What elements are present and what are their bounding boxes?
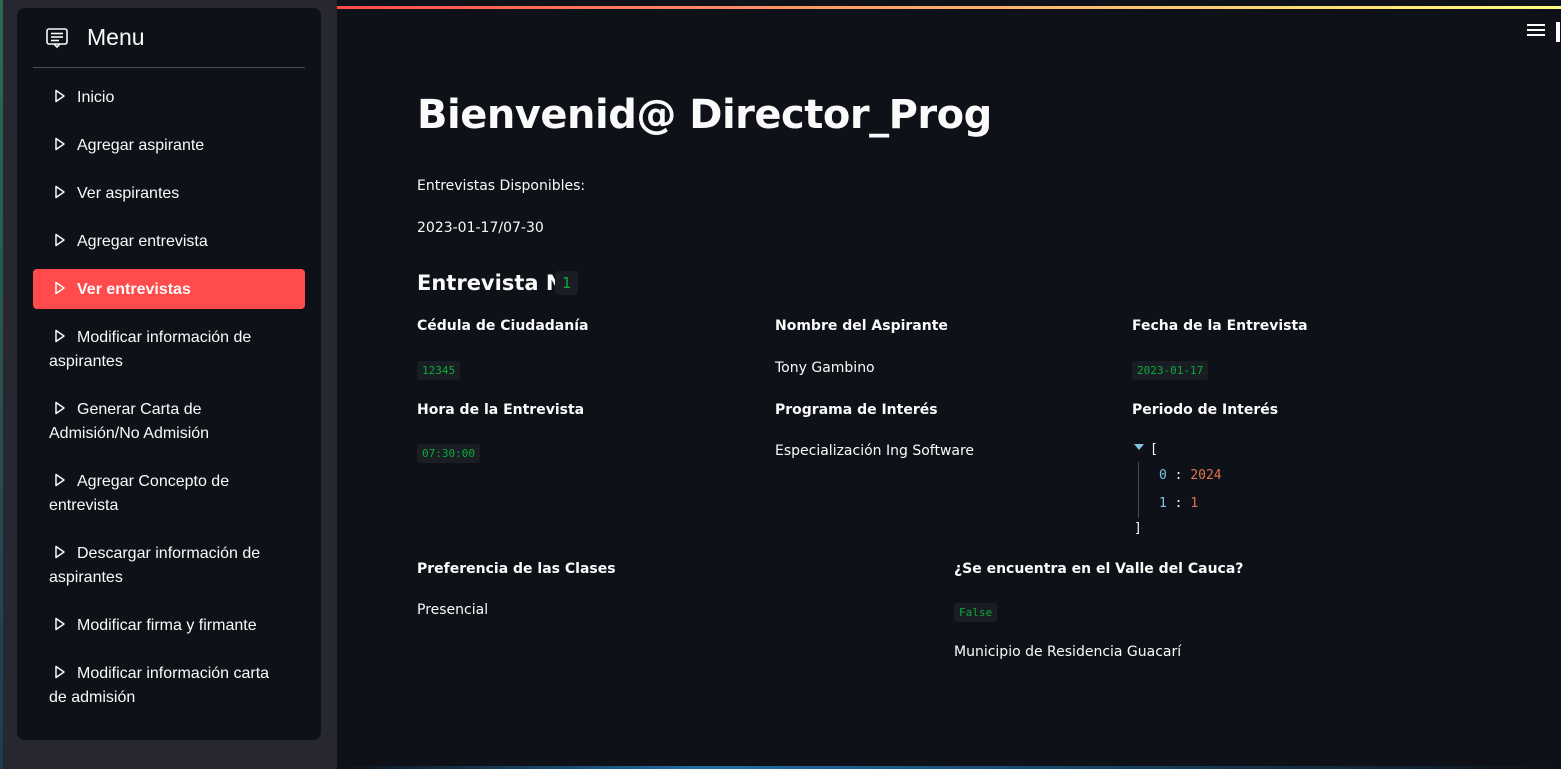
sidebar-item-agregar-concepto[interactable]: Agregar Concepto de entrevista: [33, 461, 305, 525]
caret-right-icon: [55, 473, 65, 487]
sidebar-item-label: Agregar entrevista: [77, 233, 208, 250]
menu-header: Menu: [33, 8, 305, 68]
municipio-text: Municipio de Residencia Guacarí: [954, 644, 1182, 660]
caret-right-icon: [55, 137, 65, 151]
menu-list-icon: [46, 27, 68, 48]
sidebar-item-label: Ver aspirantes: [77, 185, 180, 202]
json-entry-0: 0 : 2024: [1159, 468, 1222, 483]
sidebar: Menu Inicio Agregar aspirante Ver aspira…: [0, 0, 337, 769]
hamburger-icon[interactable]: [1527, 24, 1545, 40]
sidebar-item-label: Descargar información de aspirantes: [49, 545, 261, 586]
valle-value: False: [954, 603, 998, 622]
hora-value: 07:30:00: [417, 444, 480, 463]
menu-title: Menu: [87, 24, 145, 50]
sidebar-item-descargar-informacion[interactable]: Descargar información de aspirantes: [33, 533, 305, 597]
sidebar-item-agregar-aspirante[interactable]: Agregar aspirante: [33, 125, 305, 165]
sidebar-item-modificar-informacion[interactable]: Modificar información de aspirantes: [33, 317, 305, 381]
json-guide-line: [1138, 462, 1139, 518]
page-title: Bienvenid@ Director_Prog: [417, 92, 992, 138]
sidebar-item-label: Inicio: [77, 89, 115, 106]
preferencia-value: Presencial: [417, 602, 489, 618]
programa-value: Especialización Ing Software: [775, 443, 975, 459]
json-open-bracket: [: [1150, 442, 1158, 457]
sidebar-nav: Inicio Agregar aspirante Ver aspirantes …: [33, 77, 305, 725]
sidebar-item-label: Agregar Concepto de entrevista: [49, 473, 230, 514]
sidebar-edge: [0, 0, 3, 769]
interview-number: 1: [555, 271, 579, 295]
available-value: 2023-01-17/07-30: [417, 220, 544, 236]
sidebar-item-inicio[interactable]: Inicio: [33, 77, 305, 117]
option-menu: Menu Inicio Agregar aspirante Ver aspira…: [17, 8, 321, 740]
sidebar-item-label: Ver entrevistas: [77, 281, 191, 298]
caret-right-icon: [55, 233, 65, 247]
caret-right-icon: [55, 401, 65, 415]
sidebar-item-generar-carta[interactable]: Generar Carta de Admisión/No Admisión: [33, 389, 305, 453]
periodo-value-0: 2024: [1190, 468, 1222, 483]
nombre-label: Nombre del Aspirante: [775, 318, 948, 334]
collapse-toggle-icon[interactable]: [1134, 444, 1144, 450]
caret-right-icon: [55, 185, 65, 199]
nombre-value: Tony Gambino: [775, 360, 875, 376]
sidebar-item-label: Modificar firma y firmante: [77, 617, 257, 634]
cedula-value: 12345: [417, 361, 461, 380]
periodo-label: Periodo de Interés: [1132, 402, 1279, 418]
hora-label: Hora de la Entrevista: [417, 402, 585, 418]
preferencia-label: Preferencia de las Clases: [417, 561, 616, 577]
sidebar-item-label: Agregar aspirante: [77, 137, 205, 154]
scrollbar[interactable]: [1556, 22, 1560, 42]
json-close-bracket: ]: [1134, 521, 1142, 536]
sidebar-item-ver-entrevistas[interactable]: Ver entrevistas: [33, 269, 305, 309]
interview-heading: Entrevista N°: [417, 271, 574, 295]
fecha-value: 2023-01-17: [1132, 361, 1209, 380]
caret-right-icon: [55, 329, 65, 343]
valle-label: ¿Se encuentra en el Valle del Cauca?: [954, 561, 1244, 577]
sidebar-item-modificar-firma[interactable]: Modificar firma y firmante: [33, 605, 305, 645]
available-label: Entrevistas Disponibles:: [417, 178, 586, 194]
header-decoration: [337, 6, 1561, 9]
sidebar-item-label: Modificar información carta de admisión: [49, 665, 270, 706]
caret-right-icon: [55, 617, 65, 631]
programa-label: Programa de Interés: [775, 402, 938, 418]
sidebar-item-modificar-carta[interactable]: Modificar información carta de admisión: [33, 653, 305, 717]
sidebar-item-ver-aspirantes[interactable]: Ver aspirantes: [33, 173, 305, 213]
json-entry-1: 1 : 1: [1159, 496, 1199, 511]
sidebar-item-agregar-entrevista[interactable]: Agregar entrevista: [33, 221, 305, 261]
caret-right-icon: [55, 665, 65, 679]
cedula-label: Cédula de Ciudadanía: [417, 318, 589, 334]
periodo-value-1: 1: [1190, 496, 1199, 511]
caret-right-icon: [55, 545, 65, 559]
fecha-label: Fecha de la Entrevista: [1132, 318, 1308, 334]
sidebar-item-label: Generar Carta de Admisión/No Admisión: [49, 401, 210, 442]
caret-right-icon: [55, 89, 65, 103]
sidebar-item-label: Modificar información de aspirantes: [49, 329, 252, 370]
caret-right-icon: [55, 281, 65, 295]
